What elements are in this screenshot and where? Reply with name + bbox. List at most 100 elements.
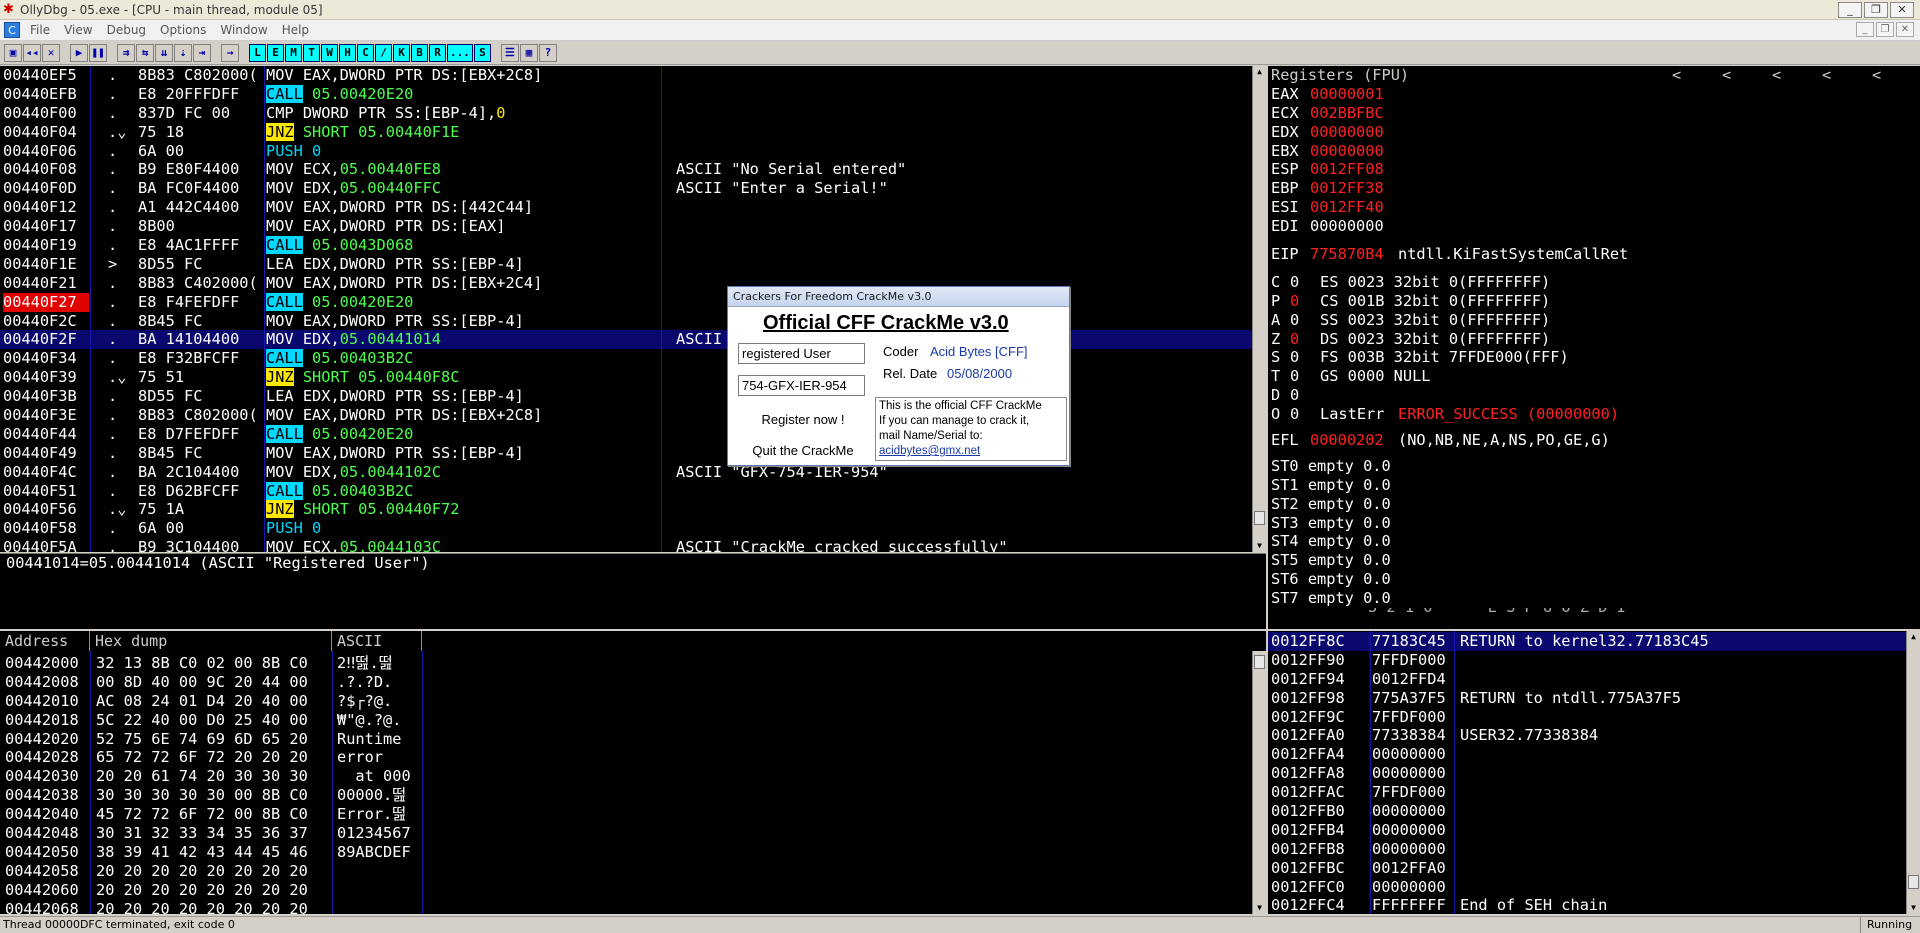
scroll-thumb[interactable] bbox=[1254, 511, 1265, 525]
flag-row[interactable]: O 0 LastErr ERROR_SUCCESS (00000000) bbox=[1268, 405, 1920, 424]
mdi-close-button[interactable]: ✕ bbox=[1896, 22, 1914, 37]
disasm-row[interactable]: 00440F4C. BA 2C104400 MOV EDX,05.0044102C A… bbox=[0, 463, 1266, 482]
fpu-row[interactable]: ST1 empty 0.0 bbox=[1268, 476, 1920, 495]
register-button[interactable]: Register now ! bbox=[738, 408, 868, 432]
mdi-minimize-button[interactable]: _ bbox=[1856, 22, 1874, 37]
dump-row[interactable]: 00442060 20 20 20 20 20 20 20 20 bbox=[0, 881, 1266, 900]
disasm-row[interactable]: 00440F1E >8D55 FC LEA EDX,DWORD PTR SS:[EB… bbox=[0, 255, 1266, 274]
flag-value[interactable]: 0 bbox=[1290, 292, 1299, 311]
eip-row[interactable]: EIP 775870B4 ntdll.KiFastSystemCallRet bbox=[1268, 245, 1920, 264]
serial-input[interactable] bbox=[738, 375, 865, 396]
dump-row[interactable]: 00442028 65 72 72 6F 72 20 20 20 error bbox=[0, 748, 1266, 767]
fpu-row[interactable]: ST7 empty 0.0 bbox=[1268, 589, 1920, 608]
menu-window[interactable]: Window bbox=[214, 23, 275, 37]
stack-row[interactable]: 0012FF94 0012FFD4 bbox=[1268, 670, 1920, 689]
close-button[interactable]: ✕ bbox=[1890, 2, 1914, 18]
registers-pane[interactable]: Registers (FPU) < < < < < EAX 00000001 ECX… bbox=[1268, 66, 1920, 629]
disasm-row[interactable]: 00440F44. E8 D7FEFDFF CALL 05.00420E20 bbox=[0, 424, 1266, 444]
stack-row[interactable]: 0012FFAC 7FFDF000 bbox=[1268, 783, 1920, 802]
register-row[interactable]: ESP 0012FF08 bbox=[1268, 160, 1920, 179]
stack-row[interactable]: 0012FF9C 7FFDF000 bbox=[1268, 708, 1920, 727]
minimize-button[interactable]: _ bbox=[1838, 2, 1862, 18]
dump-row[interactable]: 00442038 30 30 30 30 30 00 8B C0 00000.떮 bbox=[0, 786, 1266, 805]
quit-button[interactable]: Quit the CrackMe bbox=[738, 439, 868, 463]
stack-row[interactable]: 0012FFA0 77338384 USER32.77338384 bbox=[1268, 726, 1920, 745]
open-icon[interactable]: ▣ bbox=[4, 43, 22, 62]
disasm-row[interactable]: 00440F56 .⌄ 75 1A JNZ SHORT 05.00440F72 bbox=[0, 500, 1266, 519]
flag-row[interactable]: A 0 SS 0023 32bit 0(FFFFFFFF) bbox=[1268, 311, 1920, 330]
close-program-icon[interactable]: ✕ bbox=[42, 43, 60, 62]
stack-scrollbar[interactable]: ▲ ▼ bbox=[1906, 631, 1920, 914]
scroll-up-icon[interactable]: ▲ bbox=[1253, 66, 1266, 78]
dump-row[interactable]: 00442010 AC 08 24 01 D4 20 40 00 ?$┌?@. bbox=[0, 692, 1266, 711]
stack-row[interactable]: 0012FFA4 00000000 bbox=[1268, 745, 1920, 764]
trace-into-icon[interactable]: ⇊ bbox=[155, 43, 173, 62]
step-into-icon[interactable]: ⇉ bbox=[117, 43, 135, 62]
flag-row[interactable]: S 0 FS 003B 32bit 7FFDE000(FFF) bbox=[1268, 348, 1920, 367]
scroll-down-icon[interactable]: ▼ bbox=[1253, 902, 1266, 914]
dialog-title[interactable]: Crackers For Freedom CrackMe v3.0 bbox=[728, 287, 1069, 307]
stack-row[interactable]: 0012FFB8 00000000 bbox=[1268, 840, 1920, 859]
disasm-row[interactable]: 00440F2C. 8B45 FC MOV EAX,DWORD PTR SS:[EB… bbox=[0, 312, 1266, 331]
flag-row[interactable]: D0 bbox=[1268, 386, 1920, 405]
dump-row[interactable]: 00442000 32 13 8B C0 02 00 8B C0 2‼떮.떮 bbox=[0, 654, 1266, 673]
flag-row[interactable]: C 0 ES 0023 32bit 0(FFFFFFFF) bbox=[1268, 273, 1920, 292]
threads-button[interactable]: T bbox=[303, 43, 320, 62]
goto-icon[interactable]: → bbox=[221, 43, 239, 62]
step-over-icon[interactable]: ⇆ bbox=[136, 43, 154, 62]
disassembly-scrollbar[interactable]: ▲ ▼ bbox=[1252, 66, 1266, 552]
flag-value[interactable]: 0 bbox=[1290, 405, 1299, 424]
register-value[interactable]: 00000000 bbox=[1310, 123, 1384, 142]
register-value[interactable]: 00000000 bbox=[1310, 217, 1384, 236]
scroll-up-icon[interactable]: ▲ bbox=[1907, 631, 1920, 643]
disasm-row[interactable]: 00440F04 .⌄ 75 18 JNZ SHORT 05.00440F1E bbox=[0, 122, 1266, 142]
handles-button[interactable]: H bbox=[339, 43, 356, 62]
menu-options[interactable]: Options bbox=[154, 23, 214, 37]
flag-value[interactable]: 0 bbox=[1290, 311, 1299, 330]
dump-row[interactable]: 00442020 52 75 6E 74 69 6D 65 20 Runtime bbox=[0, 730, 1266, 749]
disasm-row[interactable]: 00440F3B. 8D55 FC LEA EDX,DWORD PTR SS:[EB… bbox=[0, 387, 1266, 406]
trace-over-icon[interactable]: ⇣ bbox=[174, 43, 192, 62]
nav-left-icon[interactable]: < bbox=[1672, 66, 1681, 85]
nav-left-icon[interactable]: < bbox=[1822, 66, 1831, 85]
stack-row[interactable]: 0012FFB0 00000000 bbox=[1268, 802, 1920, 821]
execute-till-return-icon[interactable]: ⇥ bbox=[193, 43, 211, 62]
disasm-row[interactable]: 00440F3E. 8B83 C802000(MOV EAX,DWORD PTR … bbox=[0, 406, 1266, 425]
register-value[interactable]: 00000000 bbox=[1310, 142, 1384, 161]
disasm-row[interactable]: 00440F49. 8B45 FC MOV EAX,DWORD PTR SS:[EB… bbox=[0, 444, 1266, 463]
name-input[interactable] bbox=[738, 343, 865, 364]
restore-button[interactable]: ❐ bbox=[1864, 2, 1888, 18]
hexdump-column-header[interactable]: Hex dump bbox=[90, 631, 332, 651]
dump-row[interactable]: 00442050 38 39 41 42 43 44 45 46 89ABCDEF bbox=[0, 843, 1266, 862]
help-icon[interactable]: ? bbox=[538, 43, 557, 62]
dump-row[interactable]: 00442048 30 31 32 33 34 35 36 37 01234567 bbox=[0, 824, 1266, 843]
menu-help[interactable]: Help bbox=[276, 23, 317, 37]
stack-row[interactable]: 0012FFB4 00000000 bbox=[1268, 821, 1920, 840]
source-button[interactable]: S bbox=[473, 43, 491, 62]
dump-row[interactable]: 00442030 20 20 61 74 20 30 30 30 at 000 bbox=[0, 767, 1266, 786]
menu-view[interactable]: View bbox=[58, 23, 100, 37]
register-row[interactable]: EBX 00000000 bbox=[1268, 142, 1920, 161]
executables-button[interactable]: E bbox=[267, 43, 284, 62]
memory-map-button[interactable]: M bbox=[285, 43, 302, 62]
run-trace-button[interactable]: ... bbox=[447, 43, 473, 62]
email-link[interactable]: acidbytes@gmx.net bbox=[879, 445, 980, 457]
flag-row[interactable]: P 0 CS 001B 32bit 0(FFFFFFFF) bbox=[1268, 292, 1920, 311]
disasm-row[interactable]: 00440EF5. 8B83 C802000(MOV EAX,DWORD PTR … bbox=[0, 66, 1266, 85]
mdi-restore-button[interactable]: ❐ bbox=[1876, 22, 1894, 37]
windows-button[interactable]: W bbox=[321, 43, 338, 62]
dump-row[interactable]: 00442018 5C 22 40 00 D0 25 40 00 ₩"@.?@. bbox=[0, 711, 1266, 730]
disasm-row[interactable]: 00440F27. E8 F4FEFDFF CALL 05.00420E20 bbox=[0, 292, 1266, 312]
call-stack-button[interactable]: K bbox=[393, 43, 410, 62]
disasm-row[interactable]: 00440F39 .⌄ 75 51 JNZ SHORT 05.00440F8C bbox=[0, 368, 1266, 387]
cpu-button[interactable]: C bbox=[357, 43, 374, 62]
fpu-row[interactable]: ST5 empty 0.0 bbox=[1268, 551, 1920, 570]
flag-value[interactable]: 0 bbox=[1290, 386, 1299, 405]
register-value[interactable]: 0012FF38 bbox=[1310, 179, 1384, 198]
register-value[interactable]: 00000001 bbox=[1310, 85, 1384, 104]
address-column-header[interactable]: Address bbox=[0, 631, 90, 651]
stack-row[interactable]: 0012FF98 775A37F5 RETURN to ntdll.775A37F5 bbox=[1268, 689, 1920, 708]
register-row[interactable]: EDX 00000000 bbox=[1268, 123, 1920, 142]
disasm-row[interactable]: 00440F21. 8B83 C402000(MOV EAX,DWORD PTR … bbox=[0, 274, 1266, 293]
register-value[interactable]: 00000202 bbox=[1310, 431, 1384, 450]
